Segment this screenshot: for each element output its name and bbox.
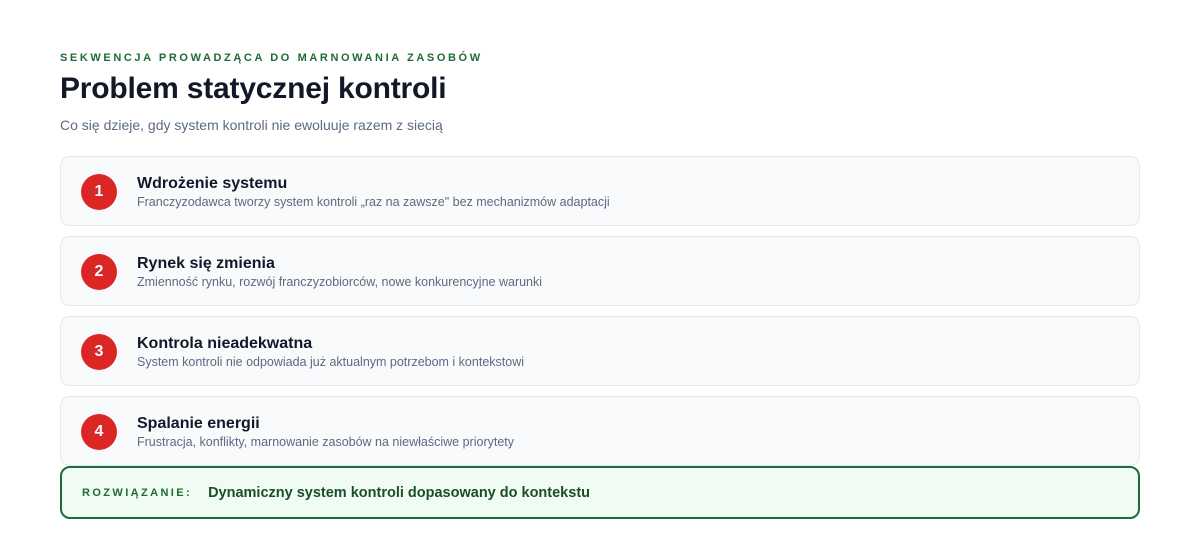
step-number-badge: 1 [81, 174, 117, 210]
step-sequence: 1 Wdrożenie systemu Franczyzodawca tworz… [60, 156, 1140, 466]
step-title: Wdrożenie systemu [137, 175, 288, 192]
step-card-1: 1 Wdrożenie systemu Franczyzodawca tworz… [60, 156, 1140, 226]
step-card-4: 4 Spalanie energii Frustracja, konflikty… [60, 396, 1140, 466]
step-description: Zmienność rynku, rozwój franczyzobiorców… [137, 275, 543, 289]
solution-banner: ROZWIĄZANIE: Dynamiczny system kontroli … [60, 466, 1140, 519]
step-description: Franczyzodawca tworzy system kontroli „r… [137, 195, 610, 209]
step-description: System kontroli nie odpowiada już aktual… [137, 355, 524, 369]
page-title: Problem statycznej kontroli [60, 72, 447, 105]
step-card-3: 3 Kontrola nieadekwatna System kontroli … [60, 316, 1140, 386]
step-card-2: 2 Rynek się zmienia Zmienność rynku, roz… [60, 236, 1140, 306]
step-title: Rynek się zmienia [137, 255, 275, 272]
step-number-badge: 2 [81, 254, 117, 290]
step-number-badge: 3 [81, 334, 117, 370]
step-title: Spalanie energii [137, 415, 260, 432]
solution-label: ROZWIĄZANIE: [82, 486, 193, 499]
page: SEKWENCJA PROWADZĄCA DO MARNOWANIA ZASOB… [0, 0, 1200, 560]
section-eyebrow: SEKWENCJA PROWADZĄCA DO MARNOWANIA ZASOB… [60, 52, 483, 64]
step-description: Frustracja, konflikty, marnowanie zasobó… [137, 435, 515, 449]
step-number-badge: 4 [81, 414, 117, 450]
step-title: Kontrola nieadekwatna [137, 335, 313, 352]
page-subtitle: Co się dzieje, gdy system kontroli nie e… [60, 117, 443, 133]
solution-text: Dynamiczny system kontroli dopasowany do… [208, 484, 590, 501]
